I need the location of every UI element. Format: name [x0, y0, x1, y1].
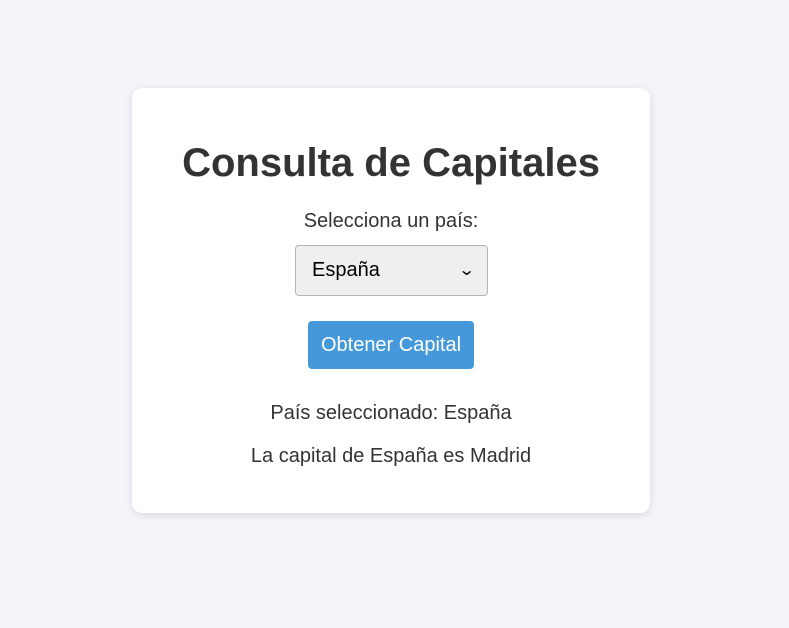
capital-card: Consulta de Capitales Selecciona un país… — [132, 88, 650, 513]
chevron-down-icon: ⌄ — [457, 261, 476, 279]
country-select-label: Selecciona un país: — [303, 210, 479, 232]
selected-country-text: País seleccionado: España — [270, 402, 512, 424]
country-select-value: España — [312, 259, 380, 281]
get-capital-button[interactable]: Obtener Capital — [308, 321, 474, 369]
country-select[interactable]: España ⌄ — [295, 245, 488, 296]
page-title: Consulta de Capitales — [182, 141, 600, 185]
capital-result-text: La capital de España es Madrid — [250, 445, 532, 467]
